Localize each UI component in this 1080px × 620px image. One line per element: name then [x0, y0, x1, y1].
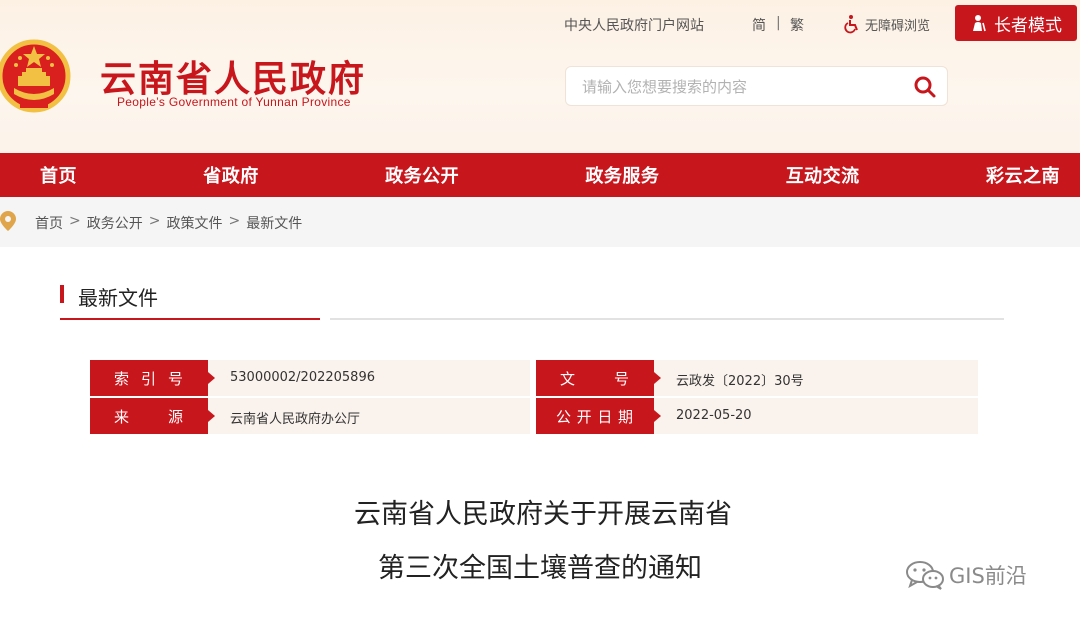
nav-item-colorful-yunnan[interactable]: 彩云之南	[986, 162, 1060, 188]
accessibility-label: 无障碍浏览	[865, 18, 931, 34]
elder-person-icon	[973, 15, 986, 32]
meta-source-label: 来 源	[90, 398, 215, 434]
location-pin-icon	[0, 211, 16, 231]
meta-doc-number-label: 文 号	[536, 360, 661, 396]
meta-publish-date-cell: 公 开 日 期 2022-05-20	[536, 398, 978, 434]
nav-item-home[interactable]: 首页	[40, 162, 77, 188]
top-links: 中央人民政府门户网站 简 | 繁 无障碍浏览	[0, 13, 1080, 37]
meta-source-value: 云南省人民政府办公厅	[230, 412, 361, 427]
section-underline-accent	[60, 318, 320, 320]
search-input[interactable]	[582, 75, 902, 99]
elder-mode-label: 长者模式	[994, 15, 1062, 36]
simplified-chinese-link[interactable]: 简	[752, 15, 766, 35]
breadcrumb-home[interactable]: 首页	[35, 213, 63, 233]
meta-publish-date-label: 公 开 日 期	[536, 398, 661, 434]
breadcrumb-government-affairs-open[interactable]: 政务公开	[87, 213, 143, 233]
meta-row-2: 来 源 云南省人民政府办公厅 公 开 日 期 2022-05-20	[90, 398, 978, 434]
breadcrumb-latest-documents[interactable]: 最新文件	[246, 213, 302, 233]
meta-index-label: 索 引 号	[90, 360, 215, 396]
search-icon[interactable]	[913, 75, 937, 99]
label-char: 引	[140, 369, 157, 388]
meta-index-value: 53000002/202205896	[230, 370, 375, 385]
label-char: 日	[597, 407, 614, 426]
nav-item-government-services[interactable]: 政务服务	[585, 162, 659, 188]
breadcrumb-separator: >	[228, 213, 241, 229]
label-char: 开	[576, 407, 593, 426]
article-title-line-1: 云南省人民政府关于开展云南省	[354, 499, 732, 530]
meta-doc-number-cell: 文 号 云政发〔2022〕30号	[536, 360, 978, 396]
central-portal-link[interactable]: 中央人民政府门户网站	[564, 15, 704, 35]
watermark-text: GIS前沿	[949, 564, 1027, 588]
lang-separator: |	[776, 15, 781, 31]
label-char: 来	[114, 407, 131, 426]
breadcrumb-separator: >	[148, 213, 161, 229]
label-char: 源	[167, 407, 184, 426]
meta-doc-number-value: 云政发〔2022〕30号	[676, 374, 804, 389]
national-emblem-icon[interactable]	[0, 36, 74, 116]
section-marker	[60, 285, 64, 303]
label-char: 号	[167, 369, 184, 388]
elder-mode-button[interactable]: 长者模式	[955, 5, 1077, 41]
nav-item-government-affairs-open[interactable]: 政务公开	[385, 162, 459, 188]
breadcrumb-bar: 首页 > 政务公开 > 政策文件 > 最新文件	[0, 197, 1080, 247]
watermark: GIS前沿	[905, 559, 1027, 591]
breadcrumb-policy-documents[interactable]: 政策文件	[166, 213, 222, 233]
label-char: 号	[613, 369, 630, 388]
main-nav: 首页 省政府 政务公开 政务服务 互动交流 彩云之南	[0, 153, 1080, 197]
wheelchair-icon	[844, 15, 858, 34]
accessibility-link[interactable]: 无障碍浏览	[843, 14, 930, 34]
section-underline	[330, 318, 1004, 320]
breadcrumb-separator: >	[69, 213, 81, 229]
traditional-chinese-link[interactable]: 繁	[790, 15, 804, 35]
meta-row-1: 索 引 号 53000002/202205896 文 号 云政发〔2022〕30…	[90, 360, 978, 396]
meta-publish-date-value: 2022-05-20	[676, 408, 752, 423]
site-name-en: People’s Government of Yunnan Province	[117, 95, 351, 109]
meta-source-cell: 来 源 云南省人民政府办公厅	[90, 398, 530, 434]
search-box	[565, 66, 948, 106]
label-char: 期	[617, 407, 634, 426]
label-char: 公	[556, 407, 573, 426]
breadcrumb: 首页 > 政务公开 > 政策文件 > 最新文件	[35, 213, 302, 233]
meta-index-cell: 索 引 号 53000002/202205896	[90, 360, 530, 396]
label-char: 索	[114, 369, 131, 388]
wechat-icon	[906, 561, 944, 590]
section-title: 最新文件	[78, 286, 158, 310]
nav-item-interaction[interactable]: 互动交流	[786, 162, 860, 188]
site-header: 云南省人民政府 People’s Government of Yunnan Pr…	[0, 0, 1080, 153]
nav-item-province-government[interactable]: 省政府	[203, 162, 259, 188]
label-char: 文	[560, 369, 577, 388]
